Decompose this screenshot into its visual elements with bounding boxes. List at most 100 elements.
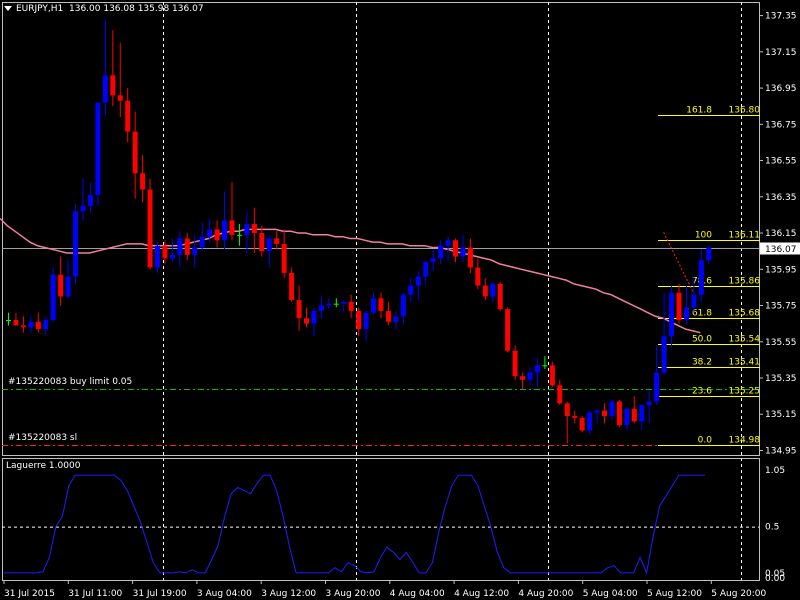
candle-body xyxy=(222,220,228,241)
fib-price-label: 134.98 xyxy=(729,436,761,446)
price-panel[interactable]: 161.8136.80100136.1178.6135.8661.8135.68… xyxy=(0,2,760,456)
candle-body xyxy=(58,274,64,297)
candle-body xyxy=(20,325,26,328)
price-tick-label: 137.35 xyxy=(765,12,797,22)
candle-body xyxy=(274,238,280,244)
candle-body xyxy=(609,401,615,417)
fib-ratio-label: 161.8 xyxy=(686,106,712,116)
candle-body xyxy=(602,410,607,417)
candle-body xyxy=(460,247,466,257)
candle-body xyxy=(43,320,49,330)
candle-body xyxy=(155,245,160,268)
indicator-tick-label: 1.05 xyxy=(765,466,785,476)
candle-body xyxy=(65,276,71,297)
candle-body xyxy=(475,267,481,286)
candle-body xyxy=(140,173,146,190)
candle-body xyxy=(251,223,257,234)
candle-body xyxy=(698,260,704,295)
trading-chart[interactable]: 161.8136.80100136.1178.6135.8661.8135.68… xyxy=(0,0,800,600)
buy-limit-order-label[interactable]: #135220083 buy limit 0.05 xyxy=(8,377,132,387)
candle-body xyxy=(363,312,369,330)
fib-ratio-label: 38.2 xyxy=(692,358,712,368)
candle-body xyxy=(490,283,496,297)
candle-body xyxy=(624,408,630,426)
candle-body xyxy=(393,316,399,322)
fib-ratio-label: 61.8 xyxy=(692,309,712,319)
candle-body xyxy=(184,238,190,255)
stop-loss-order-label[interactable]: #135220083 sl xyxy=(8,433,77,443)
chart-ohlc: 136.00 136.08 135.98 136.07 xyxy=(69,4,204,14)
candle-body xyxy=(229,220,235,235)
candle-body xyxy=(408,285,414,295)
candle-body xyxy=(73,211,79,277)
candle-body xyxy=(520,376,526,380)
candle-body xyxy=(348,301,354,311)
candle-body xyxy=(259,233,265,252)
candle-body xyxy=(169,254,175,259)
indicator-label: Laguerre 1.0000 xyxy=(6,461,81,471)
fib-trendline xyxy=(663,232,694,294)
price-tick-label: 137.15 xyxy=(765,48,797,58)
time-tick-label: 4 Aug 12:00 xyxy=(454,589,509,599)
fib-price-label: 135.25 xyxy=(729,387,761,397)
candle-body xyxy=(564,403,570,417)
candle-body xyxy=(162,245,168,259)
candle-body xyxy=(28,321,34,328)
candle-body xyxy=(244,223,250,235)
candle-body xyxy=(214,229,220,241)
candle-body xyxy=(132,131,138,174)
time-tick-label: 3 Aug 12:00 xyxy=(261,589,316,599)
current-price-label: 136.07 xyxy=(765,245,797,255)
chart-header: EURJPY,H1 136.00 136.08 135.98 136.07 xyxy=(4,2,204,16)
candle-body xyxy=(415,276,421,286)
candle-body xyxy=(50,274,56,321)
candle-body xyxy=(207,229,213,237)
laguerre-line xyxy=(4,474,705,575)
candle-body xyxy=(505,309,511,351)
candle-body xyxy=(385,310,391,322)
candle-body xyxy=(654,372,660,402)
candle-body xyxy=(557,385,563,404)
candle-body xyxy=(147,189,153,268)
candle-body xyxy=(35,321,41,330)
candle-body xyxy=(534,365,540,373)
candle-body xyxy=(13,320,19,326)
candle-body xyxy=(266,238,272,252)
candle-body xyxy=(691,294,697,308)
candle-body xyxy=(333,303,339,305)
dropdown-triangle-icon[interactable] xyxy=(4,6,12,11)
candle-body xyxy=(661,336,667,373)
fib-price-label: 135.86 xyxy=(729,277,761,287)
indicator-tick-label: 0.5 xyxy=(765,523,779,533)
candle-body xyxy=(549,365,555,386)
candle-body xyxy=(177,238,183,255)
time-tick-label: 4 Aug 04:00 xyxy=(390,589,445,599)
fib-price-label: 136.11 xyxy=(729,231,761,241)
time-tick-label: 31 Jul 11:00 xyxy=(68,589,122,599)
time-tick-label: 5 Aug 12:00 xyxy=(647,589,702,599)
fib-price-label: 135.68 xyxy=(729,309,761,319)
candle-body xyxy=(356,310,362,330)
fib-price-label: 135.54 xyxy=(729,335,761,345)
candle-body xyxy=(631,408,637,422)
candle-body xyxy=(423,262,429,277)
candle-body xyxy=(117,95,123,101)
fib-ratio-label: 0.0 xyxy=(698,436,713,446)
price-tick-label: 135.15 xyxy=(765,410,797,420)
candle-body xyxy=(669,292,675,337)
candle-body xyxy=(378,298,384,311)
candle-body xyxy=(281,243,287,273)
time-tick-label: 3 Aug 04:00 xyxy=(197,589,252,599)
candle-body xyxy=(6,320,11,322)
price-tick-label: 136.95 xyxy=(765,84,797,94)
price-panel-frame xyxy=(2,2,760,456)
time-tick-label: 5 Aug 04:00 xyxy=(583,589,638,599)
laguerre-panel[interactable] xyxy=(2,458,760,581)
candle-body xyxy=(371,298,377,313)
price-tick-label: 134.95 xyxy=(765,446,797,456)
candle-body xyxy=(296,300,302,319)
candle-body xyxy=(110,75,116,96)
time-tick-label: 4 Aug 20:00 xyxy=(518,589,573,599)
price-tick-label: 136.35 xyxy=(765,193,797,203)
price-tick-label: 136.15 xyxy=(765,229,797,239)
